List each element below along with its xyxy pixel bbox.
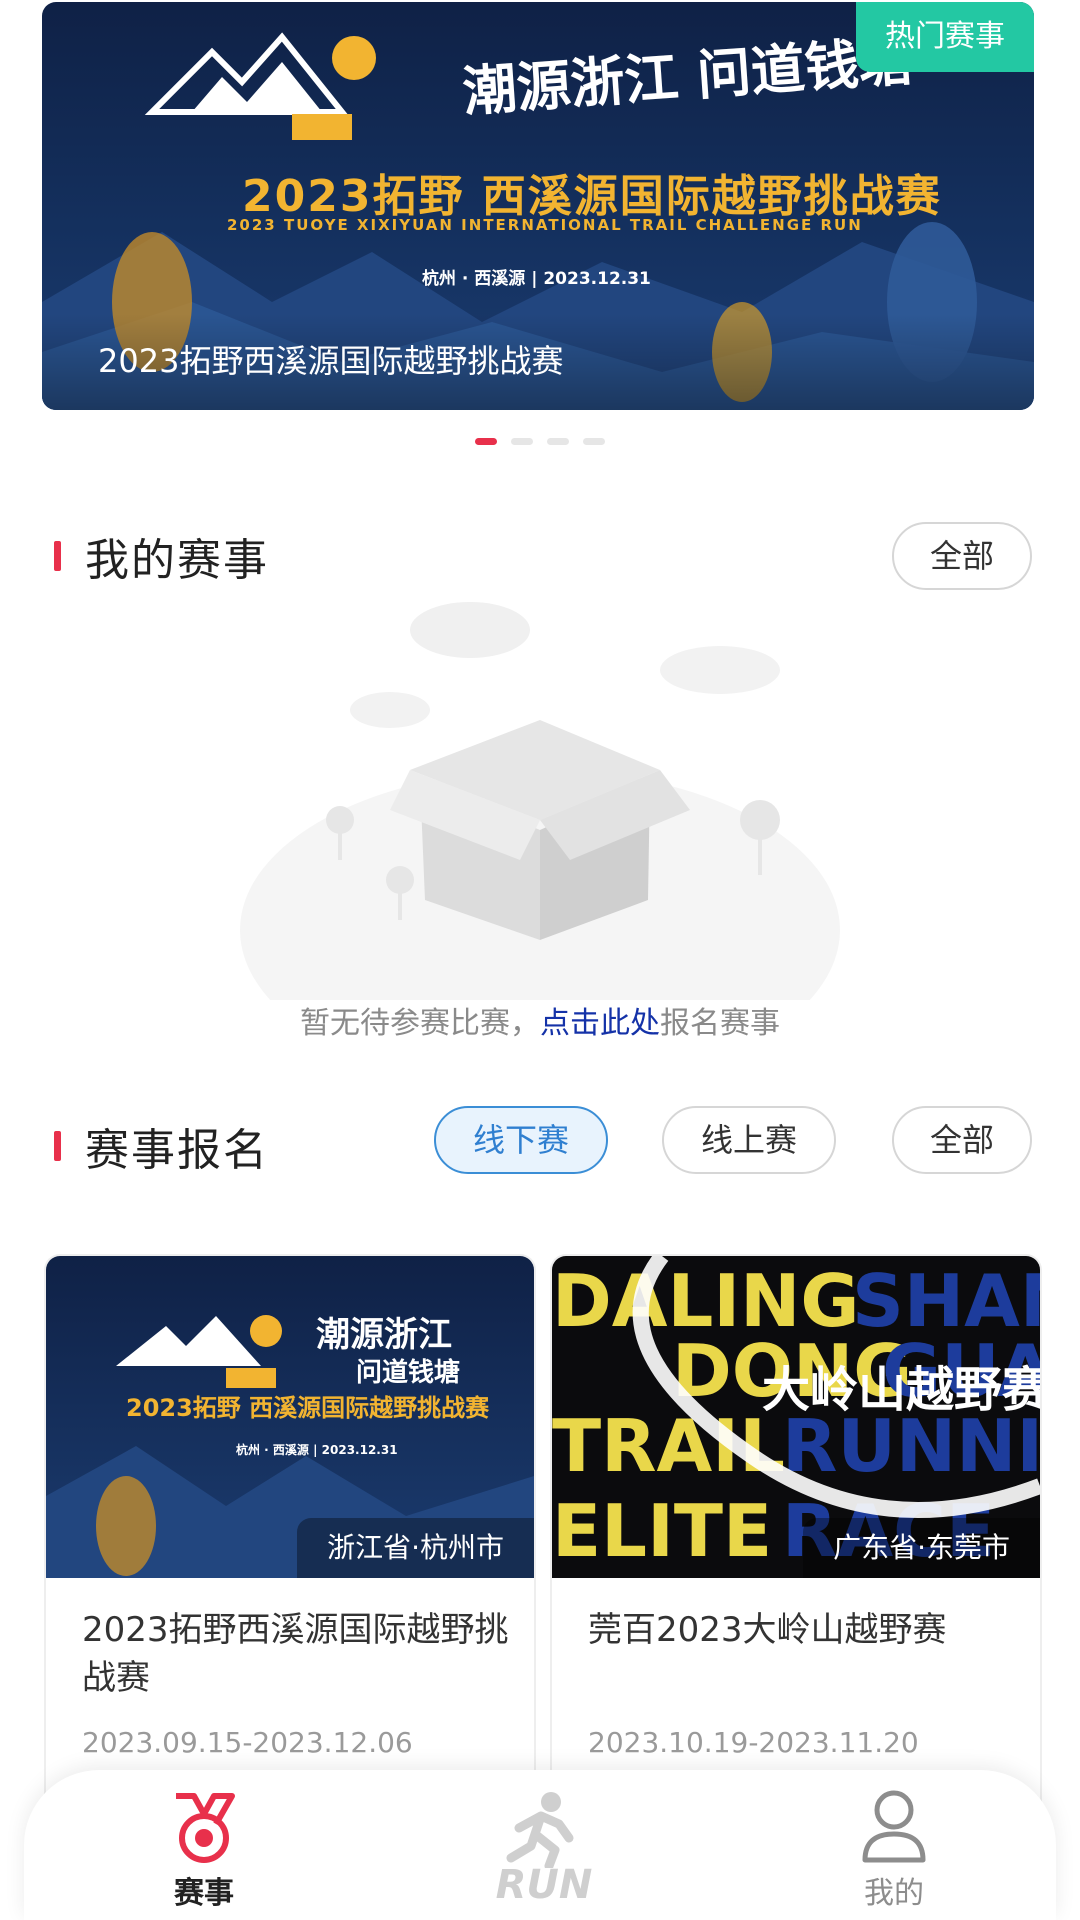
event-poster: DALING SHAN DONG GUAN TRAIL RUNNING ELIT… — [552, 1256, 1040, 1578]
poster-big-title: 大岭山越野赛 — [762, 1362, 1040, 1418]
event-title: 2023拓野西溪源国际越野挑战赛 — [82, 1610, 509, 1698]
filter-all-button[interactable]: 全部 — [892, 1106, 1032, 1174]
svg-text:杭州 · 西溪源 | 2023.12.31: 杭州 · 西溪源 | 2023.12.31 — [236, 1442, 398, 1457]
event-date-range: 2023.09.15-2023.12.06 — [82, 1726, 413, 1759]
event-card[interactable]: DALING SHAN DONG GUAN TRAIL RUNNING ELIT… — [552, 1256, 1040, 1816]
carousel-dot-1[interactable] — [475, 438, 497, 445]
registration-header: 赛事报名 — [54, 1114, 269, 1178]
filter-online-button[interactable]: 线上赛 — [662, 1106, 836, 1174]
tab-run-label: RUN — [495, 1862, 593, 1908]
event-card[interactable]: 潮源浙江 问道钱塘 2023拓野 西溪源国际越野挑战赛 杭州 · 西溪源 | 2… — [46, 1256, 534, 1816]
event-poster: 潮源浙江 问道钱塘 2023拓野 西溪源国际越野挑战赛 杭州 · 西溪源 | 2… — [46, 1256, 534, 1578]
my-events-title: 我的赛事 — [85, 535, 269, 586]
banner-location-date: 杭州 · 西溪源 | 2023.12.31 — [422, 269, 651, 289]
tab-run[interactable]: RUN — [454, 1770, 634, 1920]
carousel-indicator[interactable] — [0, 438, 1080, 445]
carousel-dot-4[interactable] — [583, 438, 605, 445]
carousel-dot-3[interactable] — [547, 438, 569, 445]
my-events-all-button[interactable]: 全部 — [892, 522, 1032, 590]
filter-offline-button[interactable]: 线下赛 — [434, 1106, 608, 1174]
banner-title-en: 2023 TUOYE XIXIYUAN INTERNATIONAL TRAIL … — [227, 216, 863, 234]
page: 潮源浙江 问道钱塘 2023拓野 西溪源国际越野挑战赛 2023 TUOYE X… — [0, 0, 1080, 1920]
empty-state-suffix: 报名赛事 — [660, 1006, 780, 1041]
section-accent-bar — [54, 1131, 61, 1161]
event-location: 广东省·东莞市 — [803, 1518, 1040, 1578]
empty-box-illustration — [240, 602, 840, 1000]
section-accent-bar — [54, 541, 61, 571]
svg-text:2023拓野 西溪源国际越野挑战赛: 2023拓野 西溪源国际越野挑战赛 — [126, 1394, 490, 1422]
svg-text:潮源浙江: 潮源浙江 — [316, 1315, 452, 1355]
svg-text:ELITE: ELITE — [552, 1489, 772, 1573]
bottom-tab-bar: 赛事 RUN 我的 — [24, 1770, 1056, 1920]
tab-events-label: 赛事 — [174, 1876, 234, 1911]
runner-icon — [506, 1792, 574, 1868]
event-location: 浙江省·杭州市 — [297, 1518, 534, 1578]
tab-profile[interactable]: 我的 — [794, 1770, 994, 1920]
tab-events[interactable]: 赛事 — [104, 1770, 304, 1920]
empty-state-text: 暂无待参赛比赛，点击此处报名赛事 — [0, 998, 1080, 1042]
register-link[interactable]: 点击此处 — [540, 1006, 660, 1041]
hot-events-badge: 热门赛事 — [856, 2, 1034, 72]
event-date-range: 2023.10.19-2023.11.20 — [588, 1726, 919, 1759]
empty-state-prefix: 暂无待参赛比赛， — [300, 1006, 540, 1041]
registration-title: 赛事报名 — [85, 1125, 269, 1176]
user-icon — [862, 1790, 926, 1863]
svg-text:问道钱塘: 问道钱塘 — [356, 1357, 460, 1388]
hero-banner[interactable]: 潮源浙江 问道钱塘 2023拓野 西溪源国际越野挑战赛 2023 TUOYE X… — [42, 2, 1034, 410]
event-title: 莞百2023大岭山越野赛 — [588, 1610, 947, 1650]
banner-caption: 2023拓野西溪源国际越野挑战赛 — [98, 342, 564, 380]
carousel-dot-2[interactable] — [511, 438, 533, 445]
banner-title-cn: 2023拓野 西溪源国际越野挑战赛 — [242, 171, 942, 222]
tab-profile-label: 我的 — [864, 1876, 924, 1911]
medal-icon — [176, 1793, 235, 1863]
my-events-header: 我的赛事 — [54, 524, 269, 588]
